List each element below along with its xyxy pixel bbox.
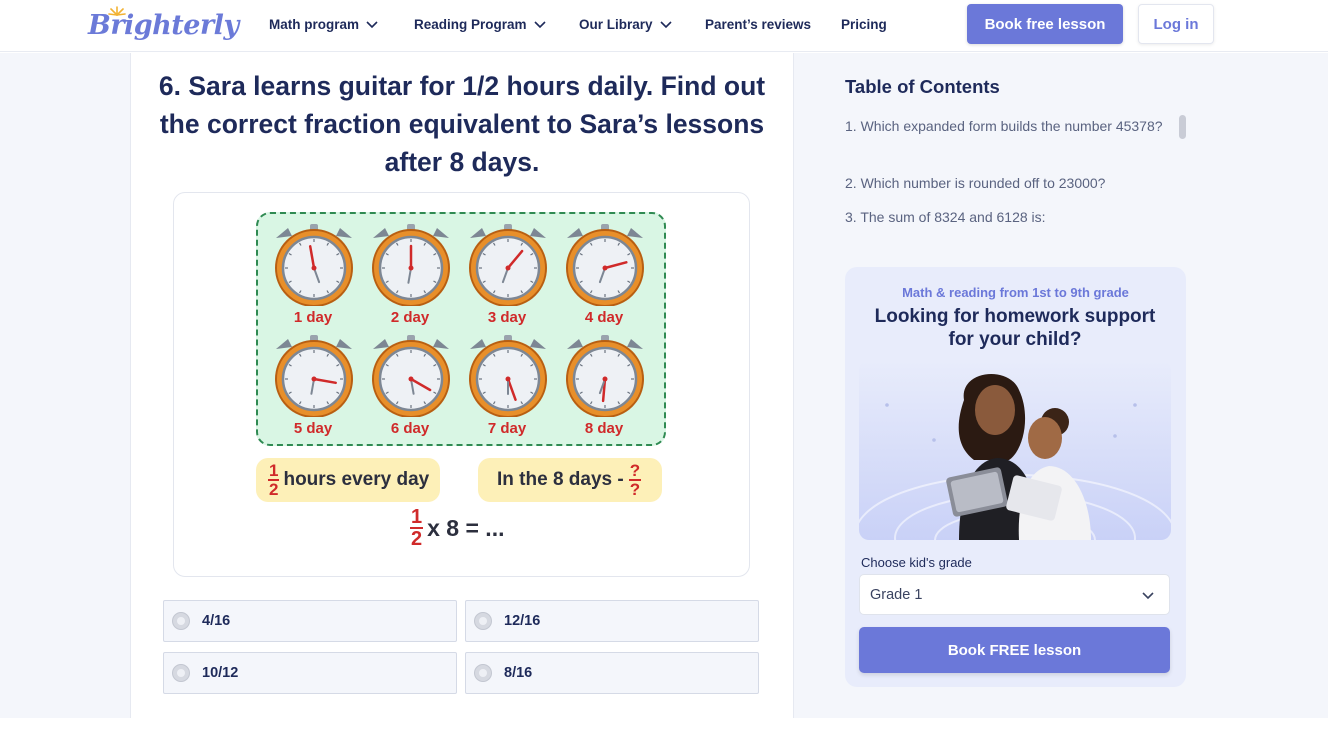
- chevron-down-icon: [366, 21, 378, 29]
- nav-math-program[interactable]: Math program: [269, 0, 379, 48]
- pill-text: In the 8 days -: [497, 469, 624, 490]
- fraction-denominator: 2: [269, 480, 279, 499]
- book-free-lesson-promo-button[interactable]: Book FREE lesson: [859, 627, 1170, 673]
- fraction-unknown: ? ?: [628, 461, 642, 499]
- alarm-clock-icon: [372, 335, 450, 417]
- mother-child-tablet-illustration: [859, 360, 1171, 540]
- radio-icon: [474, 664, 492, 682]
- grade-value: Grade 1: [870, 586, 923, 603]
- fraction-numerator: 1: [268, 461, 280, 481]
- grade-label: Choose kid's grade: [861, 555, 972, 570]
- nav-reading-program[interactable]: Reading Program: [414, 0, 547, 48]
- fraction-numerator: ?: [628, 461, 642, 481]
- question-title: 6. Sara learns guitar for 1/2 hours dail…: [158, 71, 766, 177]
- chevron-down-icon: [1142, 592, 1154, 600]
- alarm-clock-icon: [275, 335, 353, 417]
- day-label: 7 day: [487, 420, 527, 437]
- alarm-clock-icon: [275, 224, 353, 306]
- nav-label: Our Library: [579, 16, 653, 32]
- fraction-half: 1 2: [410, 506, 424, 550]
- nav-label: Reading Program: [414, 16, 527, 32]
- alarm-clock-icon: [566, 335, 644, 417]
- day-label: 6 day: [390, 420, 430, 437]
- nav-parents-reviews[interactable]: Parent’s reviews: [705, 0, 811, 48]
- chevron-down-icon: [659, 21, 672, 29]
- answer-option[interactable]: 8/16: [465, 652, 759, 694]
- promo-subtitle: Math & reading from 1st to 9th grade: [902, 285, 1129, 300]
- alarm-clock-icon: [469, 335, 547, 417]
- option-label: 10/12: [202, 665, 239, 681]
- hours-every-day-pill: 1 2 hours every day: [256, 458, 440, 502]
- alarm-clock-icon: [372, 224, 450, 306]
- radio-icon: [172, 612, 190, 630]
- radio-icon: [172, 664, 190, 682]
- logo-wordmark: Brighterly: [88, 10, 239, 41]
- day-label: 4 day: [584, 309, 624, 326]
- alarm-clock-icon: [469, 224, 547, 306]
- page-background-left: [0, 53, 130, 718]
- toc-title: Table of Contents: [845, 76, 1000, 97]
- equation-text: x 8 = ...: [427, 514, 505, 541]
- toc-item[interactable]: 3. The sum of 8324 and 6128 is:: [845, 206, 1165, 228]
- toc-scrollbar[interactable]: [1179, 115, 1186, 139]
- grade-select[interactable]: Grade 1: [859, 574, 1170, 615]
- fraction-denominator: 2: [411, 528, 423, 550]
- nav-pricing[interactable]: Pricing: [841, 0, 887, 48]
- fraction-numerator: 1: [410, 506, 424, 529]
- nav-label: Math program: [269, 16, 360, 32]
- day-label: 3 day: [487, 309, 527, 326]
- fraction-half: 1 2: [268, 461, 280, 499]
- login-button[interactable]: Log in: [1138, 4, 1214, 44]
- fraction-denominator: ?: [629, 480, 641, 499]
- answer-option[interactable]: 12/16: [465, 600, 759, 642]
- nav-label: Pricing: [841, 16, 887, 32]
- option-label: 4/16: [202, 613, 231, 629]
- option-label: 12/16: [504, 613, 541, 629]
- answer-option[interactable]: 10/12: [163, 652, 457, 694]
- chevron-down-icon: [533, 21, 546, 29]
- equation: 1 2 x 8 = ...: [410, 507, 504, 549]
- toc-item[interactable]: 1. Which expanded form builds the number…: [845, 115, 1170, 137]
- promo-title: Looking for homework support for your ch…: [874, 306, 1156, 350]
- book-free-lesson-button[interactable]: Book free lesson: [967, 4, 1123, 44]
- toc-item[interactable]: 2. Which number is rounded off to 23000?: [845, 172, 1165, 194]
- option-label: 8/16: [504, 665, 533, 681]
- in-8-days-pill: In the 8 days - ? ?: [478, 458, 662, 502]
- day-label: 5 day: [293, 420, 333, 437]
- nav-our-library[interactable]: Our Library: [579, 0, 673, 48]
- radio-icon: [474, 612, 492, 630]
- site-header: Brighterly Math program Reading Program …: [0, 0, 1328, 52]
- alarm-clock-icon: [566, 224, 644, 306]
- brighterly-logo[interactable]: Brighterly: [88, 6, 239, 42]
- pill-text: hours every day: [283, 469, 430, 490]
- nav-label: Parent’s reviews: [705, 16, 812, 32]
- day-label: 2 day: [390, 309, 430, 326]
- day-label: 8 day: [584, 420, 624, 437]
- day-label: 1 day: [293, 309, 333, 326]
- answer-option[interactable]: 4/16: [163, 600, 457, 642]
